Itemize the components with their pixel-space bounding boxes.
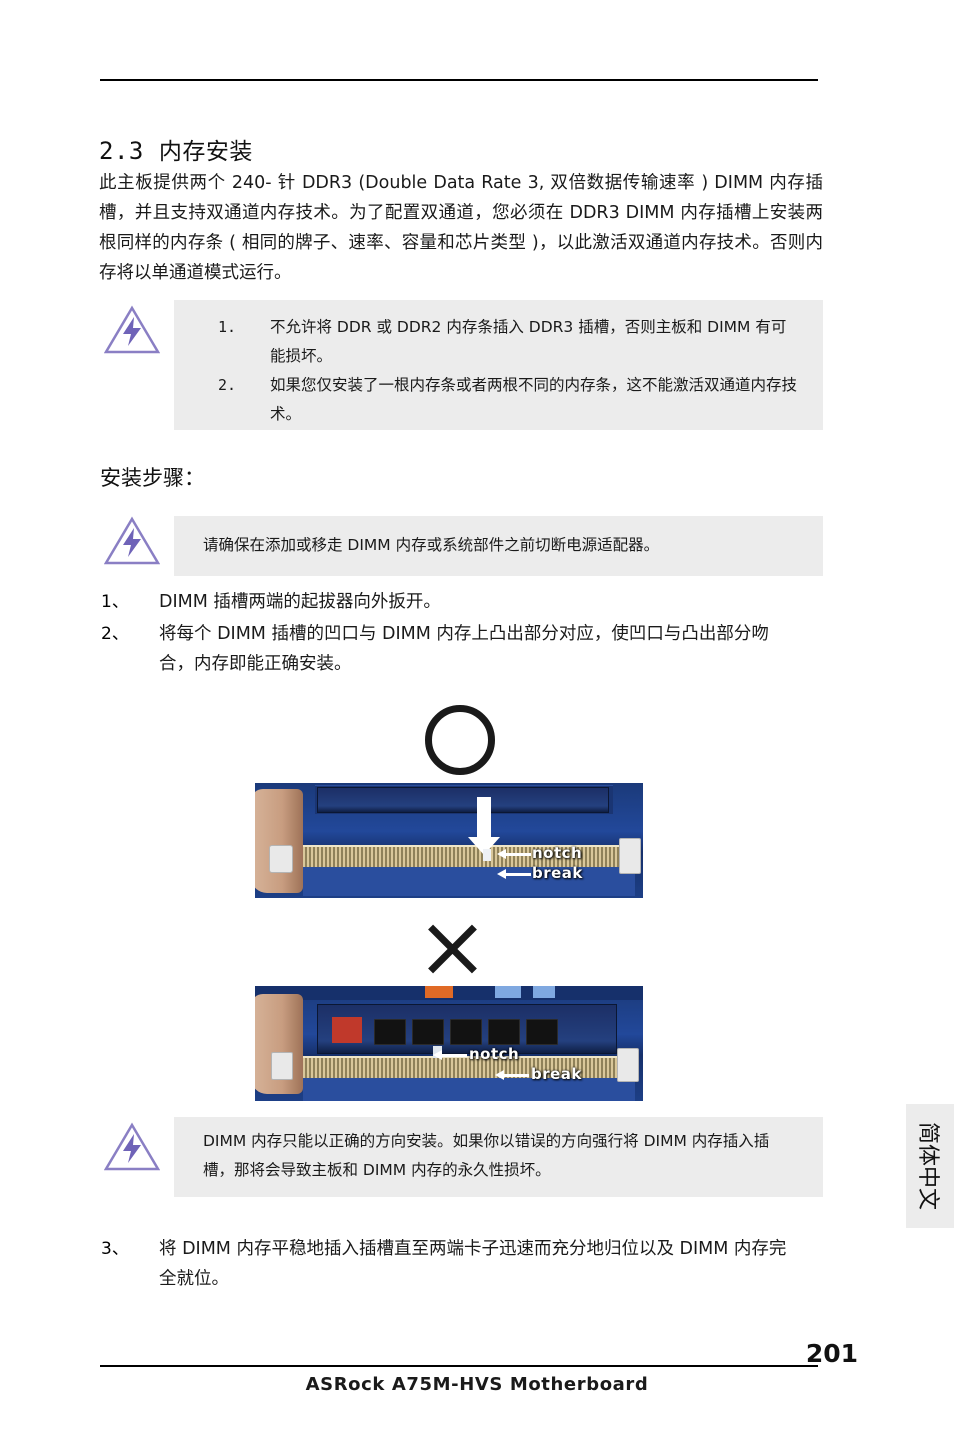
header-rule: [100, 79, 818, 81]
break-label: break: [532, 864, 583, 882]
section-title: 内存安装: [158, 139, 253, 165]
side-tab-language: 简体中文: [906, 1104, 954, 1228]
ram-chip: [450, 1019, 482, 1045]
latch-left: [271, 1052, 293, 1080]
break-label: break: [531, 1065, 582, 1083]
notch-pointer: [497, 849, 531, 859]
note-box-2-text: 请确保在添加或移走 DIMM 内存或系统部件之前切断电源适配器。: [203, 536, 660, 554]
ram-module: [317, 787, 609, 813]
footer-text: ASRock A75M-HVS Motherboard: [305, 1374, 649, 1395]
ram-chip: [526, 1019, 558, 1045]
steps-heading: 安装步骤：: [100, 466, 205, 490]
note-item: 1. 不允许将 DDR 或 DDR2 内存条插入 DDR3 插槽，否则主板和 D…: [218, 313, 798, 371]
break-pointer: [495, 1070, 529, 1080]
ram-module: [317, 1004, 617, 1054]
step-text: 将每个 DIMM 插槽的凹口与 DIMM 内存上凸出部分对应，使凹口与凸出部分吻…: [159, 624, 769, 674]
section-heading: 2.3 内存安装: [99, 132, 253, 166]
note-item-text: 如果您仅安装了一根内存条或者两根不同的内存条，这不能激活双通道内存技术。: [270, 376, 798, 423]
side-tab-label: 简体中文: [915, 1121, 940, 1211]
latch-left: [269, 845, 293, 873]
ram-chip: [374, 1019, 406, 1045]
notch-marker: [483, 849, 491, 861]
break-pointer: [497, 869, 531, 879]
page-number: 201: [805, 1339, 858, 1368]
section-number: 2.3: [99, 137, 144, 165]
slot-body: [303, 867, 635, 896]
step-number: 2、: [101, 624, 129, 644]
notch-label: notch: [469, 1045, 520, 1063]
connector-blue-2: [533, 986, 555, 998]
note-item-text: 不允许将 DDR 或 DDR2 内存条插入 DDR3 插槽，否则主板和 DIMM…: [270, 318, 787, 365]
intro-paragraph: 此主板提供两个 240- 针 DDR3 (Double Data Rate 3,…: [99, 173, 823, 283]
notch-label: notch: [532, 844, 583, 862]
note-item-number: 2.: [218, 376, 237, 394]
slot-body: [303, 1078, 635, 1101]
dimm-correct-photo: notch break: [255, 783, 643, 898]
correct-circle-icon: [425, 705, 495, 775]
thumb: [255, 789, 303, 893]
step-number: 1、: [101, 592, 129, 612]
notch-pointer: [433, 1050, 467, 1060]
ram-chip: [412, 1019, 444, 1045]
latch-right: [617, 1048, 639, 1082]
step-text: 将 DIMM 内存平稳地插入插槽直至两端卡子迅速而充分地归位以及 DIMM 内存…: [159, 1239, 787, 1289]
latch-right: [619, 838, 641, 874]
note-box-3-text: DIMM 内存只能以正确的方向安装。如果你以错误的方向强行将 DIMM 内存插入…: [203, 1132, 770, 1179]
connector-blue: [495, 986, 521, 998]
document-page: 2.3 内存安装 此主板提供两个 240- 针 DDR3 (Double Dat…: [0, 0, 954, 1432]
insert-arrow-shaft: [477, 797, 491, 839]
warning-icon: [104, 305, 160, 354]
connector-orange: [425, 986, 453, 998]
dimm-incorrect-photo: notch break: [255, 986, 643, 1101]
incorrect-cross-icon: [425, 920, 481, 976]
step-text: DIMM 插槽两端的起拔器向外扳开。: [159, 592, 441, 612]
ram-chip: [488, 1019, 520, 1045]
ram-label: [332, 1017, 362, 1043]
note-item: 2. 如果您仅安装了一根内存条或者两根不同的内存条，这不能激活双通道内存技术。: [218, 371, 798, 429]
step-number: 3、: [101, 1239, 129, 1259]
warning-icon: [104, 516, 160, 565]
warning-icon: [104, 1122, 160, 1171]
footer-rule: [100, 1365, 818, 1367]
note-item-number: 1.: [218, 318, 237, 336]
